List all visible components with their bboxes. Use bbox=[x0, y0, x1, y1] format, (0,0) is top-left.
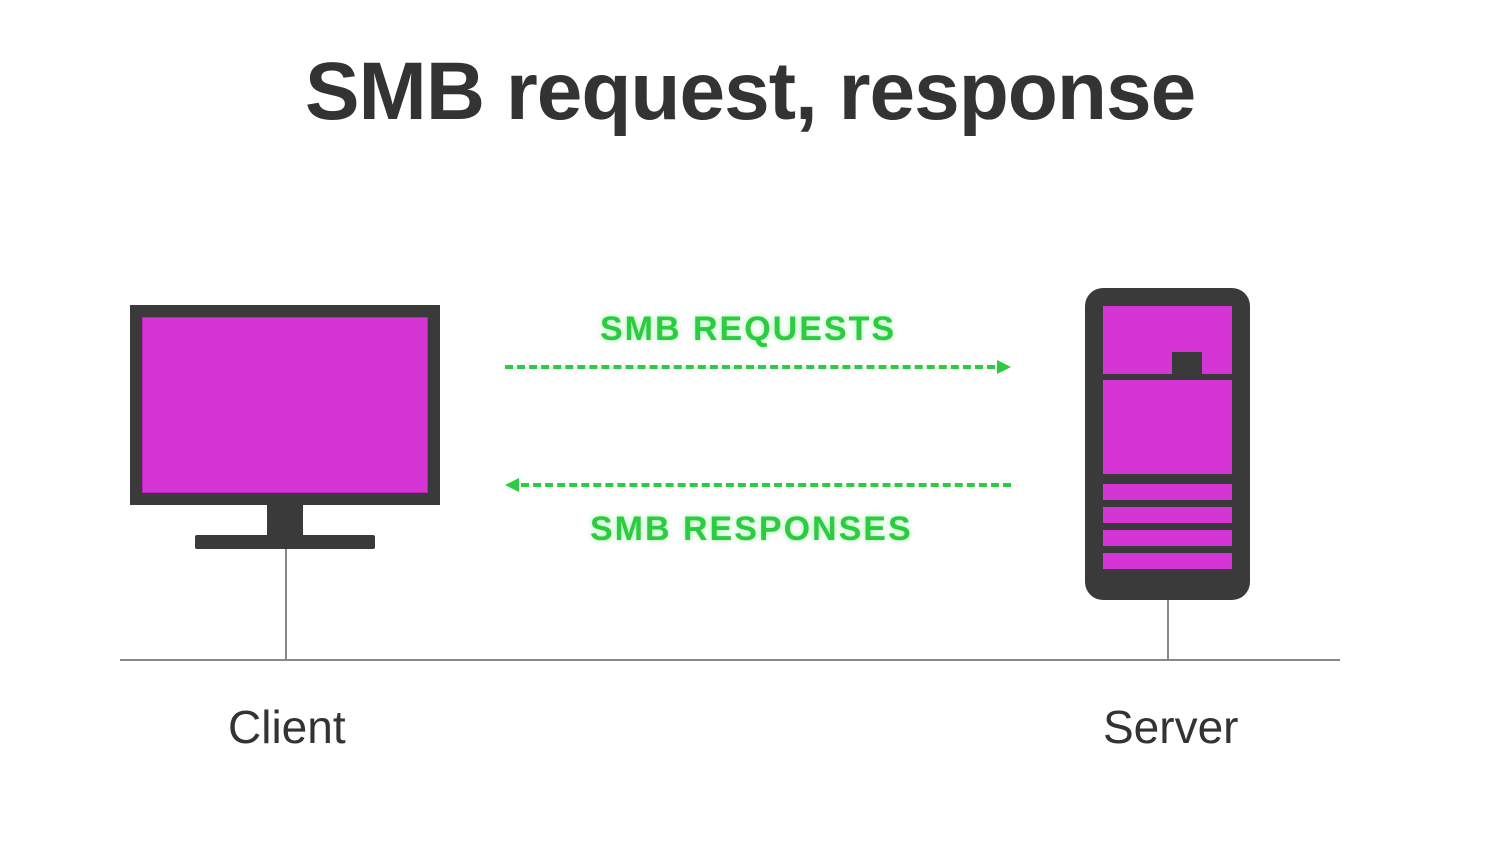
arrowhead-right-icon bbox=[997, 360, 1011, 374]
monitor-base bbox=[195, 535, 375, 549]
responses-arrow-icon bbox=[505, 478, 1011, 492]
server-drive-bay bbox=[1103, 507, 1232, 523]
server-drive-bay bbox=[1103, 530, 1232, 546]
dashed-line bbox=[505, 365, 995, 369]
server-tower-icon bbox=[1085, 288, 1250, 600]
server-inner bbox=[1103, 306, 1232, 582]
server-mid-panel bbox=[1103, 380, 1232, 474]
arrowhead-left-icon bbox=[505, 478, 519, 492]
server-top-panel bbox=[1103, 306, 1232, 374]
client-label: Client bbox=[228, 700, 346, 754]
requests-label: SMB REQUESTS bbox=[600, 310, 896, 349]
server-drive-bay bbox=[1103, 553, 1232, 569]
client-connector-line bbox=[285, 549, 287, 661]
server-label: Server bbox=[1103, 700, 1238, 754]
dashed-line bbox=[521, 483, 1011, 487]
server-connector-line bbox=[1167, 600, 1169, 661]
base-line bbox=[120, 659, 1340, 661]
monitor-bezel bbox=[130, 305, 440, 505]
requests-arrow-icon bbox=[505, 360, 1011, 374]
responses-label: SMB RESPONSES bbox=[590, 510, 913, 549]
diagram-title: SMB request, response bbox=[305, 45, 1195, 139]
server-drive-bay bbox=[1103, 484, 1232, 500]
server-button bbox=[1172, 352, 1202, 374]
monitor-screen bbox=[142, 317, 428, 493]
client-monitor-icon bbox=[130, 305, 440, 549]
monitor-neck bbox=[267, 505, 303, 535]
